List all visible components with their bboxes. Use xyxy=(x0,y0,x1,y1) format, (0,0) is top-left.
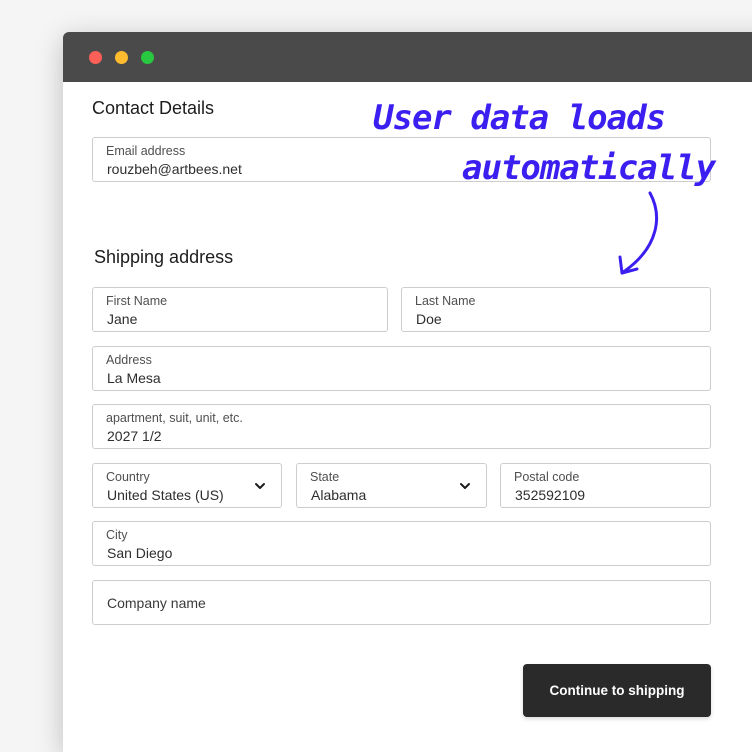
close-window-button[interactable] xyxy=(89,51,102,64)
city-field[interactable]: City San Diego xyxy=(92,521,711,566)
company-name-field[interactable]: Company name xyxy=(92,580,711,625)
first-name-field[interactable]: First Name Jane xyxy=(92,287,388,332)
continue-to-shipping-button[interactable]: Continue to shipping xyxy=(523,664,711,717)
apartment-field[interactable]: apartment, suit, unit, etc. 2027 1/2 xyxy=(92,404,711,449)
title-bar xyxy=(63,32,752,82)
state-value: Alabama xyxy=(311,487,367,503)
city-value: San Diego xyxy=(107,545,173,561)
city-label: City xyxy=(106,528,128,542)
postal-code-label: Postal code xyxy=(514,470,580,484)
state-label: State xyxy=(310,470,340,484)
shipping-address-heading: Shipping address xyxy=(94,247,234,267)
postal-code-field[interactable]: Postal code 352592109 xyxy=(500,463,711,508)
annotation-line-1: User data loads xyxy=(373,98,666,138)
country-select[interactable]: Country United States (US) xyxy=(92,463,282,508)
last-name-value: Doe xyxy=(416,311,442,327)
minimize-window-button[interactable] xyxy=(115,51,128,64)
contact-details-heading: Contact Details xyxy=(92,98,215,118)
apartment-value: 2027 1/2 xyxy=(107,428,162,444)
company-name-placeholder: Company name xyxy=(107,595,206,611)
state-select[interactable]: State Alabama xyxy=(296,463,487,508)
maximize-window-button[interactable] xyxy=(141,51,154,64)
country-value: United States (US) xyxy=(107,487,224,503)
apartment-label: apartment, suit, unit, etc. xyxy=(106,411,243,425)
country-label: Country xyxy=(106,470,150,484)
curved-arrow-icon xyxy=(618,191,658,275)
last-name-label: Last Name xyxy=(415,294,476,308)
address-label: Address xyxy=(106,353,152,367)
chevron-down-icon[interactable] xyxy=(458,479,472,493)
address-field[interactable]: Address La Mesa xyxy=(92,346,711,391)
chevron-down-icon[interactable] xyxy=(253,479,267,493)
address-value: La Mesa xyxy=(107,370,161,386)
first-name-label: First Name xyxy=(106,294,168,308)
last-name-field[interactable]: Last Name Doe xyxy=(401,287,711,332)
email-value: rouzbeh@artbees.net xyxy=(107,161,242,177)
postal-code-value: 352592109 xyxy=(515,487,586,503)
annotation-line-2: automatically xyxy=(462,148,716,188)
first-name-value: Jane xyxy=(107,311,138,327)
email-label: Email address xyxy=(106,144,186,158)
browser-window: Contact Details Email address rouzbeh@ar… xyxy=(63,32,752,752)
